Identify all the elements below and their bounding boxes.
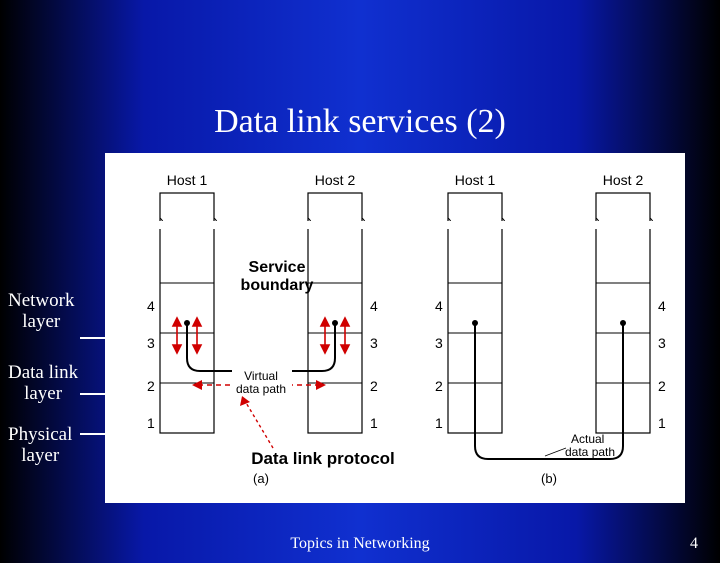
- host2b-group: Host 2 4 3 2 1: [589, 172, 666, 433]
- protocol-pointer-icon: [245, 401, 273, 448]
- svg-text:Host 2: Host 2: [315, 172, 356, 188]
- footer-text: Topics in Networking: [0, 535, 720, 553]
- svg-text:4: 4: [147, 298, 155, 314]
- footer: Topics in Networking 4: [0, 535, 720, 553]
- svg-text:2: 2: [435, 378, 443, 394]
- page-number: 4: [690, 535, 698, 553]
- host1a-group: Host 1 4 3 2 1: [147, 172, 221, 433]
- svg-text:data path: data path: [236, 382, 286, 396]
- svg-text:(b): (b): [541, 471, 557, 486]
- host2a-group: Host 2 4 3 2 1: [301, 172, 378, 433]
- slide-title: Data link services (2): [0, 23, 720, 141]
- diagram-svg: Host 1 4 3 2 1 Host 2 4 3 2: [105, 153, 685, 503]
- svg-text:Host 1: Host 1: [167, 172, 208, 188]
- svg-text:1: 1: [435, 415, 443, 431]
- svg-text:3: 3: [658, 335, 666, 351]
- svg-text:2: 2: [658, 378, 666, 394]
- svg-text:1: 1: [147, 415, 155, 431]
- diagram-panel: Service boundary Data link protocol Host…: [105, 153, 685, 503]
- svg-text:3: 3: [435, 335, 443, 351]
- svg-text:2: 2: [147, 378, 155, 394]
- svg-text:Virtual: Virtual: [244, 369, 278, 383]
- svg-text:1: 1: [658, 415, 666, 431]
- svg-text:Host 2: Host 2: [603, 172, 644, 188]
- svg-text:data path: data path: [565, 445, 615, 459]
- svg-text:4: 4: [435, 298, 443, 314]
- svg-text:2: 2: [370, 378, 378, 394]
- network-layer-label: Network layer: [8, 291, 74, 333]
- host1b-group: Host 1 4 3 2 1: [435, 172, 509, 433]
- service-boundary-arrows: [173, 318, 349, 353]
- svg-text:3: 3: [147, 335, 155, 351]
- svg-text:Host 1: Host 1: [455, 172, 496, 188]
- datalink-layer-label: Data link layer: [8, 363, 78, 405]
- svg-text:(a): (a): [253, 471, 269, 486]
- svg-text:4: 4: [370, 298, 378, 314]
- svg-text:1: 1: [370, 415, 378, 431]
- svg-text:Actual: Actual: [571, 432, 604, 446]
- svg-text:3: 3: [370, 335, 378, 351]
- physical-layer-label: Physical layer: [8, 425, 72, 467]
- svg-text:4: 4: [658, 298, 666, 314]
